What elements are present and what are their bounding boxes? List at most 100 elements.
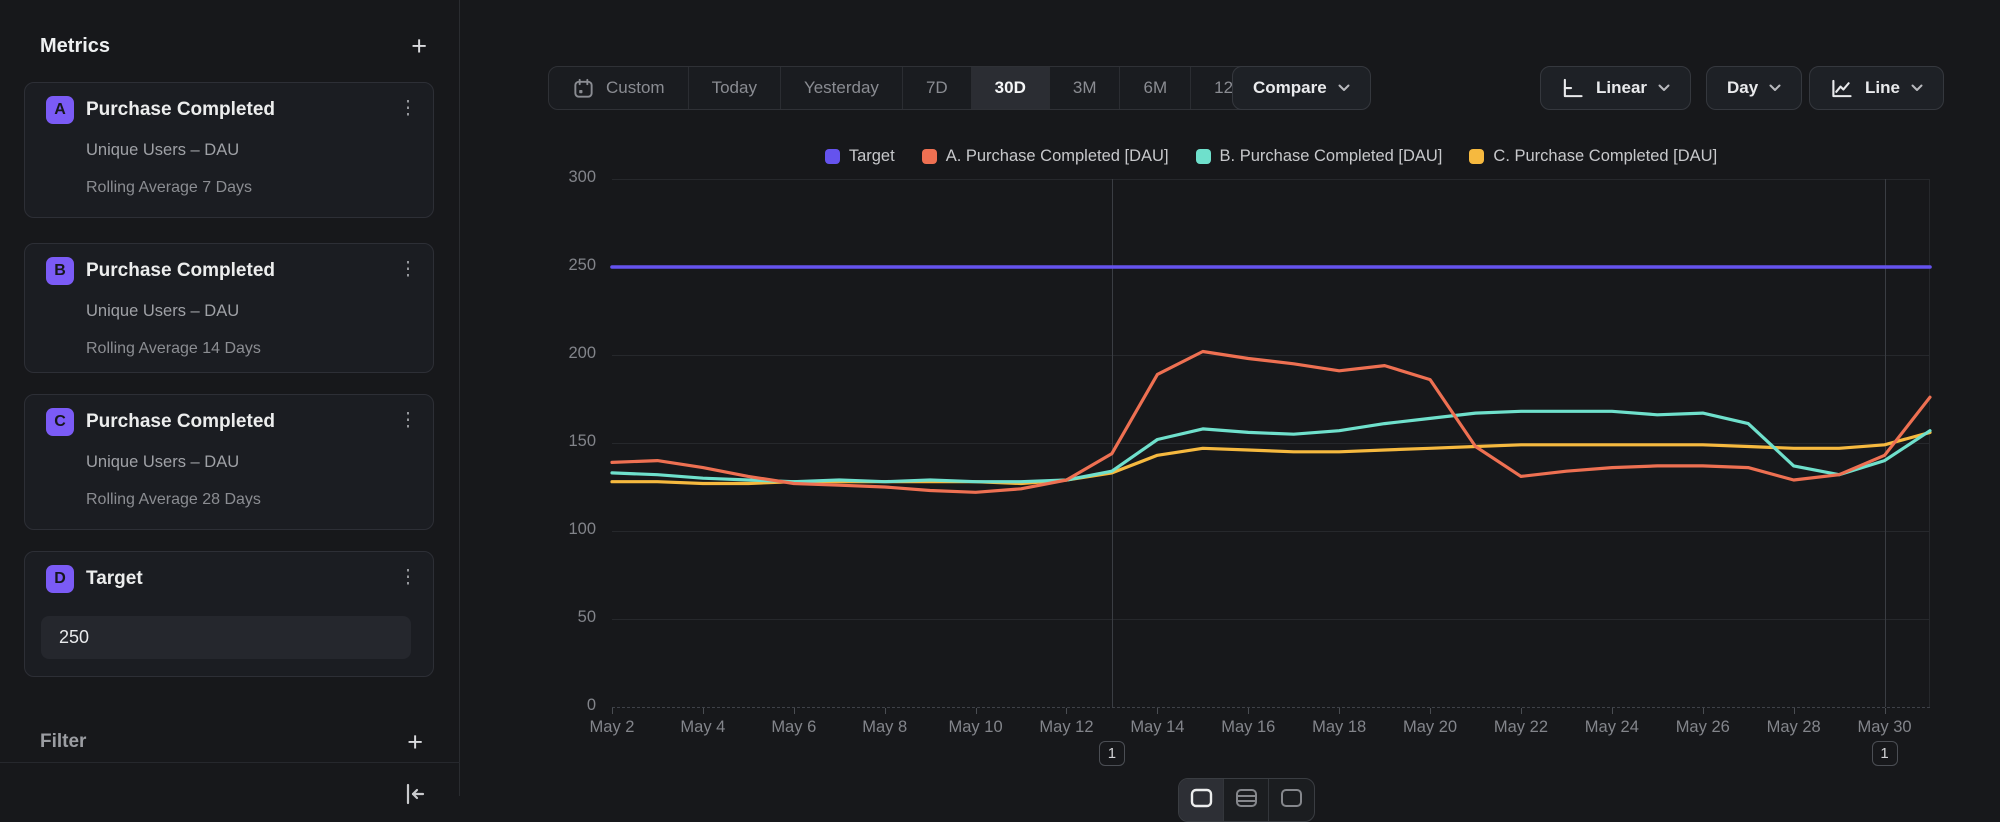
x-axis-label: May 30 [1840,718,1930,737]
metric-card-c[interactable]: C Purchase Completed ⋮ Unique Users – DA… [24,394,434,530]
series-line-a [612,352,1930,493]
metric-rolling-average: Rolling Average 28 Days [86,491,261,509]
chart-view-toggle [1178,778,1315,822]
chevron-down-icon [1338,84,1350,92]
metric-badge-d: D [46,565,74,593]
legend-item[interactable]: B. Purchase Completed [DAU] [1196,147,1443,166]
chart-series-svg [612,173,1930,713]
y-axis-label: 250 [500,256,596,275]
metric-measure: Unique Users – DAU [86,453,239,472]
filter-header-row: Filter + [40,726,423,758]
view-chart-button[interactable] [1179,779,1224,821]
target-title: Target [86,568,143,590]
range-label: 3M [1073,78,1097,98]
collapse-sidebar-icon[interactable] [402,781,428,812]
legend-swatch-icon [1469,149,1484,164]
y-axis-label: 100 [500,520,596,539]
metrics-header: Metrics [40,35,110,58]
legend-item[interactable]: C. Purchase Completed [DAU] [1469,147,1717,166]
range-30d[interactable]: 30D [972,67,1050,109]
more-options-icon[interactable]: ⋮ [397,408,419,434]
range-yesterday[interactable]: Yesterday [781,67,903,109]
x-axis-label: May 28 [1749,718,1839,737]
y-axis-label: 300 [500,168,596,187]
range-6m[interactable]: 6M [1120,67,1191,109]
x-axis-label: May 14 [1112,718,1202,737]
y-axis-label: 0 [500,696,596,715]
x-axis-label: May 6 [749,718,839,737]
range-label: 6M [1143,78,1167,98]
x-axis-label: May 22 [1476,718,1566,737]
metric-badge-b: B [46,257,74,285]
range-label: 30D [995,78,1026,98]
more-options-icon[interactable]: ⋮ [397,565,419,591]
metric-rolling-average: Rolling Average 7 Days [86,179,252,197]
x-axis-label: May 24 [1567,718,1657,737]
legend-label: B. Purchase Completed [DAU] [1220,147,1443,166]
legend-swatch-icon [1196,149,1211,164]
scale-label: Linear [1596,78,1647,98]
y-axis-label: 150 [500,432,596,451]
add-metric-button[interactable]: + [411,33,427,59]
filter-header: Filter [40,731,86,753]
chart-type-button[interactable]: Line [1809,66,1944,110]
compare-button[interactable]: Compare [1232,66,1371,110]
compare-label: Compare [1253,78,1327,98]
scale-button[interactable]: Linear [1540,66,1691,110]
chevron-down-icon [1658,84,1670,92]
interval-button[interactable]: Day [1706,66,1802,110]
more-options-icon[interactable]: ⋮ [397,96,419,122]
legend-swatch-icon [922,149,937,164]
view-details-button[interactable] [1269,779,1314,821]
sidebar-divider [0,762,460,763]
line-chart-icon [1830,78,1853,99]
x-axis-label: May 8 [840,718,930,737]
calendar-icon [572,77,595,100]
metric-measure: Unique Users – DAU [86,141,239,160]
metrics-header-row: Metrics + [40,30,427,62]
chevron-down-icon [1911,84,1923,92]
metric-title: Purchase Completed [86,99,275,121]
x-axis-label: May 4 [658,718,748,737]
y-axis-label: 200 [500,344,596,363]
range-label: 7D [926,78,948,98]
metric-title: Purchase Completed [86,260,275,282]
range-today[interactable]: Today [689,67,781,109]
metric-title: Purchase Completed [86,411,275,433]
more-options-icon[interactable]: ⋮ [397,257,419,283]
series-line-c [612,432,1930,483]
metric-measure: Unique Users – DAU [86,302,239,321]
chevron-down-icon [1769,84,1781,92]
annotation-badge[interactable]: 1 [1099,741,1125,766]
legend-item[interactable]: Target [825,147,895,166]
metric-card-b[interactable]: B Purchase Completed ⋮ Unique Users – DA… [24,243,434,373]
legend-item[interactable]: A. Purchase Completed [DAU] [922,147,1169,166]
metric-badge-c: C [46,408,74,436]
x-axis-label: May 18 [1294,718,1384,737]
add-filter-button[interactable]: + [407,729,423,755]
date-range-control: Custom Today Yesterday 7D 30D 3M 6M 12M [548,66,1271,110]
target-value-input[interactable]: 250 [41,616,411,659]
annotation-badge[interactable]: 1 [1872,741,1898,766]
range-7d[interactable]: 7D [903,67,972,109]
x-axis-label: May 10 [931,718,1021,737]
range-3m[interactable]: 3M [1050,67,1121,109]
x-axis-label: May 12 [1021,718,1111,737]
axis-scale-icon [1561,78,1584,99]
interval-label: Day [1727,78,1758,98]
target-card[interactable]: D Target ⋮ 250 [24,551,434,677]
legend-label: Target [849,147,895,166]
metric-card-a[interactable]: A Purchase Completed ⋮ Unique Users – DA… [24,82,434,218]
view-table-button[interactable] [1224,779,1269,821]
x-axis-label: May 16 [1203,718,1293,737]
range-custom[interactable]: Custom [549,67,689,109]
y-axis-label: 50 [500,608,596,627]
dashboard: { "icons": { "add": "+", "more": "⋮" }, … [0,0,2000,796]
range-label: Today [712,78,757,98]
legend-label: A. Purchase Completed [DAU] [946,147,1169,166]
legend-swatch-icon [825,149,840,164]
legend-label: C. Purchase Completed [DAU] [1493,147,1717,166]
chart-type-label: Line [1865,78,1900,98]
line-chart-plot[interactable]: 050100150200250300May 2May 4May 6May 8Ma… [612,179,1930,707]
range-label: Custom [606,78,665,98]
